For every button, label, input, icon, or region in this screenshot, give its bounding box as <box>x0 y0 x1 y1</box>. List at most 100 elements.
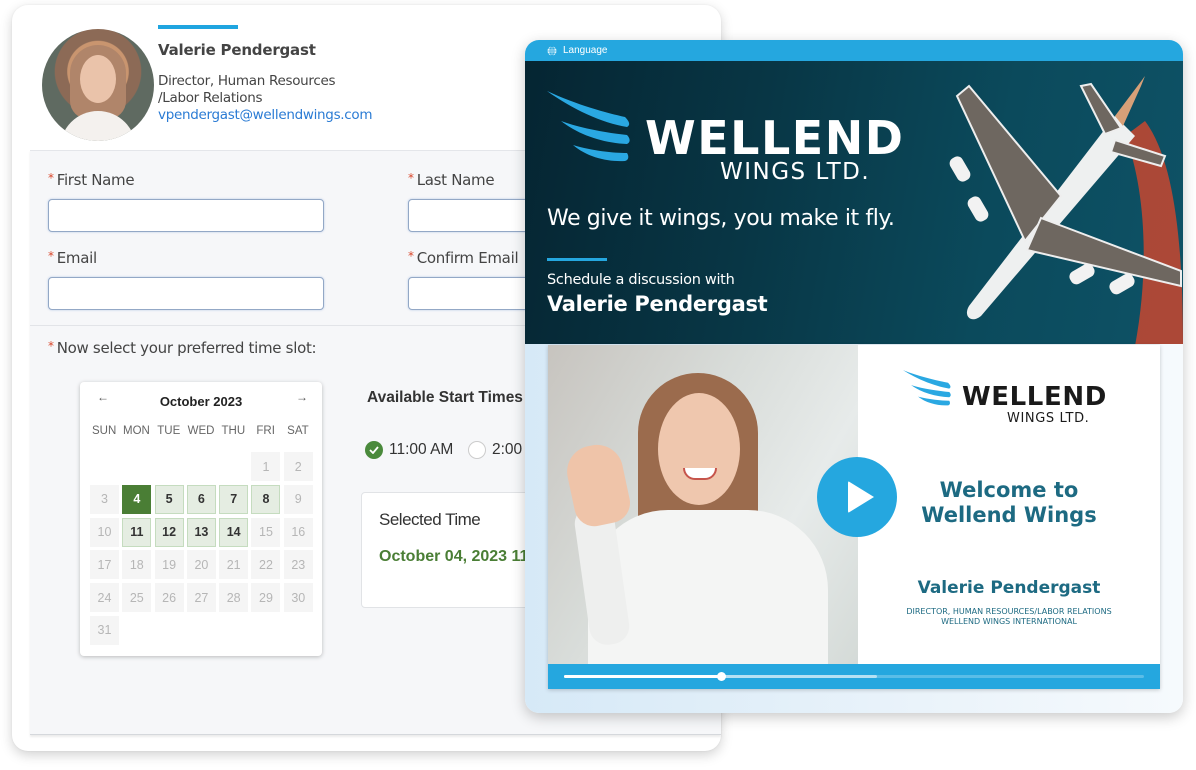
calendar-month-label: October 2023 <box>159 394 243 409</box>
calendar-day-available[interactable]: 14 <box>219 517 249 547</box>
calendar-blank-cell <box>155 452 184 481</box>
calendar-day-available[interactable]: 8 <box>251 484 281 514</box>
schedule-with-text: Schedule a discussion with <box>547 272 735 288</box>
required-marker: * <box>48 171 54 185</box>
video-wing-logo-icon <box>903 370 951 406</box>
calendar-day-unavailable: 23 <box>283 550 313 580</box>
weekday-label: THU <box>221 425 246 437</box>
video-thumbnail-person <box>548 345 858 664</box>
weekday-label: WED <box>187 425 215 437</box>
profile-title: Director, Human Resources /Labor Relatio… <box>158 73 336 107</box>
brand-logo-subtext: WINGS LTD. <box>720 159 871 185</box>
hero-accent-bar <box>547 258 607 261</box>
required-marker: * <box>408 171 414 185</box>
first-name-label: * First Name <box>48 171 135 189</box>
calendar-day-available[interactable]: 6 <box>186 484 216 514</box>
language-selector[interactable]: Language <box>525 40 1183 61</box>
time-option-1100am[interactable]: 11:00 AM <box>365 441 453 459</box>
seek-handle[interactable] <box>716 672 726 681</box>
globe-icon <box>547 45 557 56</box>
calendar-day-available[interactable]: 11 <box>122 517 152 547</box>
time-slot-prompt: * Now select your preferred time slot: <box>48 339 317 357</box>
time-option-label: 11:00 AM <box>389 441 454 458</box>
calendar-day-unavailable: 22 <box>251 550 281 580</box>
calendar-day-unavailable: 29 <box>251 583 281 613</box>
calendar-day-available[interactable]: 12 <box>154 517 184 547</box>
weekday-label: FRI <box>256 425 275 437</box>
calendar-day-unavailable: 9 <box>283 484 313 514</box>
calendar-day-available[interactable]: 7 <box>219 484 249 514</box>
weekday-label: MON <box>123 425 150 437</box>
calendar-day-unavailable: 20 <box>186 550 216 580</box>
email-input[interactable] <box>48 277 324 310</box>
radio-checked-icon[interactable] <box>365 441 383 459</box>
profile-title-line2: /Labor Relations <box>158 90 263 106</box>
video-presenter-role: DIRECTOR, HUMAN RESOURCES/LABOR RELATION… <box>906 607 1112 626</box>
selected-time-label: Selected Time <box>379 510 481 529</box>
weekday-label: SAT <box>287 425 309 437</box>
calendar-day-unavailable: 15 <box>251 517 281 547</box>
video-control-bar <box>548 664 1160 689</box>
radio-unchecked-icon[interactable] <box>468 441 486 459</box>
video-logo-text: WELLEND <box>962 382 1107 412</box>
required-marker: * <box>408 249 414 263</box>
calendar-day-unavailable: 18 <box>122 550 152 580</box>
first-name-input[interactable] <box>48 199 324 232</box>
calendar-day-grid: 1 2 3 4 5 6 7 8 9 10 11 12 13 14 15 16 17 18 19 20 21 22 23 24 2… <box>90 452 313 645</box>
calendar-day-unavailable: 27 <box>186 583 216 613</box>
wing-logo-icon <box>547 91 630 162</box>
calendar-blank-cell <box>219 452 248 481</box>
email-label: * Email <box>48 249 97 267</box>
calendar-day-unavailable: 30 <box>283 583 313 613</box>
calendar-day-unavailable: 3 <box>90 484 119 514</box>
calendar-weekday-header: SUN MON TUE WED THU FRI SAT <box>88 425 314 437</box>
profile-name: Valerie Pendergast <box>158 41 316 59</box>
language-label: Language <box>563 45 608 56</box>
required-marker: * <box>48 249 54 263</box>
brand-logo-text: WELLEND <box>645 111 905 165</box>
brand-tagline: We give it wings, you make it fly. <box>547 206 895 231</box>
calendar-day-unavailable: 10 <box>90 517 119 547</box>
video-welcome-heading: Welcome to Wellend Wings <box>921 478 1097 527</box>
profile-title-line1: Director, Human Resources <box>158 73 336 89</box>
calendar-day-unavailable: 2 <box>283 452 313 481</box>
calendar-day-available[interactable]: 13 <box>186 517 216 547</box>
calendar-blank-cell <box>90 452 119 481</box>
calendar-day-unavailable: 19 <box>154 550 184 580</box>
video-seek-bar[interactable] <box>564 672 1144 681</box>
profile-email-link[interactable]: vpendergast@wellendwings.com <box>158 107 373 123</box>
calendar-day-selected[interactable]: 4 <box>122 484 152 514</box>
calendar-day-unavailable: 17 <box>90 550 119 580</box>
available-times-title: Available Start Times <box>367 389 523 406</box>
calendar-day-unavailable: 24 <box>90 583 119 613</box>
weekday-label: TUE <box>157 425 181 437</box>
play-icon <box>847 481 874 513</box>
video-landing-card: Language WELLEND WINGS LTD. We give it w… <box>525 40 1183 713</box>
calendar-day-unavailable: 26 <box>154 583 184 613</box>
calendar-day-unavailable: 1 <box>251 452 281 481</box>
calendar-day-unavailable: 25 <box>122 583 152 613</box>
calendar-day-unavailable: 31 <box>90 615 119 645</box>
calendar-blank-cell <box>187 452 216 481</box>
video-logo-subtext: WINGS LTD. <box>1007 411 1090 426</box>
calendar-day-available[interactable]: 5 <box>154 484 184 514</box>
video-presenter-name: Valerie Pendergast <box>917 578 1101 598</box>
next-month-arrow-icon[interactable]: → <box>296 390 308 404</box>
calendar-blank-cell <box>122 452 151 481</box>
hero-banner: WELLEND WINGS LTD. We give it wings, you… <box>525 61 1183 346</box>
calendar-day-unavailable: 28 <box>219 583 249 613</box>
profile-avatar <box>42 29 154 141</box>
date-picker-calendar: ← October 2023 → SUN MON TUE WED THU FRI SAT 1… <box>80 382 322 656</box>
required-marker: * <box>48 339 54 353</box>
calendar-day-unavailable: 21 <box>219 550 249 580</box>
seek-played-range <box>564 675 721 678</box>
last-name-label: * Last Name <box>408 171 495 189</box>
calendar-day-unavailable: 16 <box>283 517 313 547</box>
video-player[interactable]: WELLEND WINGS LTD. Welcome to Wellend Wi… <box>548 345 1160 689</box>
airplane-image <box>949 76 1183 346</box>
weekday-label: SUN <box>92 425 117 437</box>
profile-accent-bar <box>158 25 238 29</box>
schedule-host-name: Valerie Pendergast <box>547 292 768 316</box>
confirm-email-label: * Confirm Email <box>408 249 519 267</box>
play-button[interactable] <box>817 457 897 537</box>
